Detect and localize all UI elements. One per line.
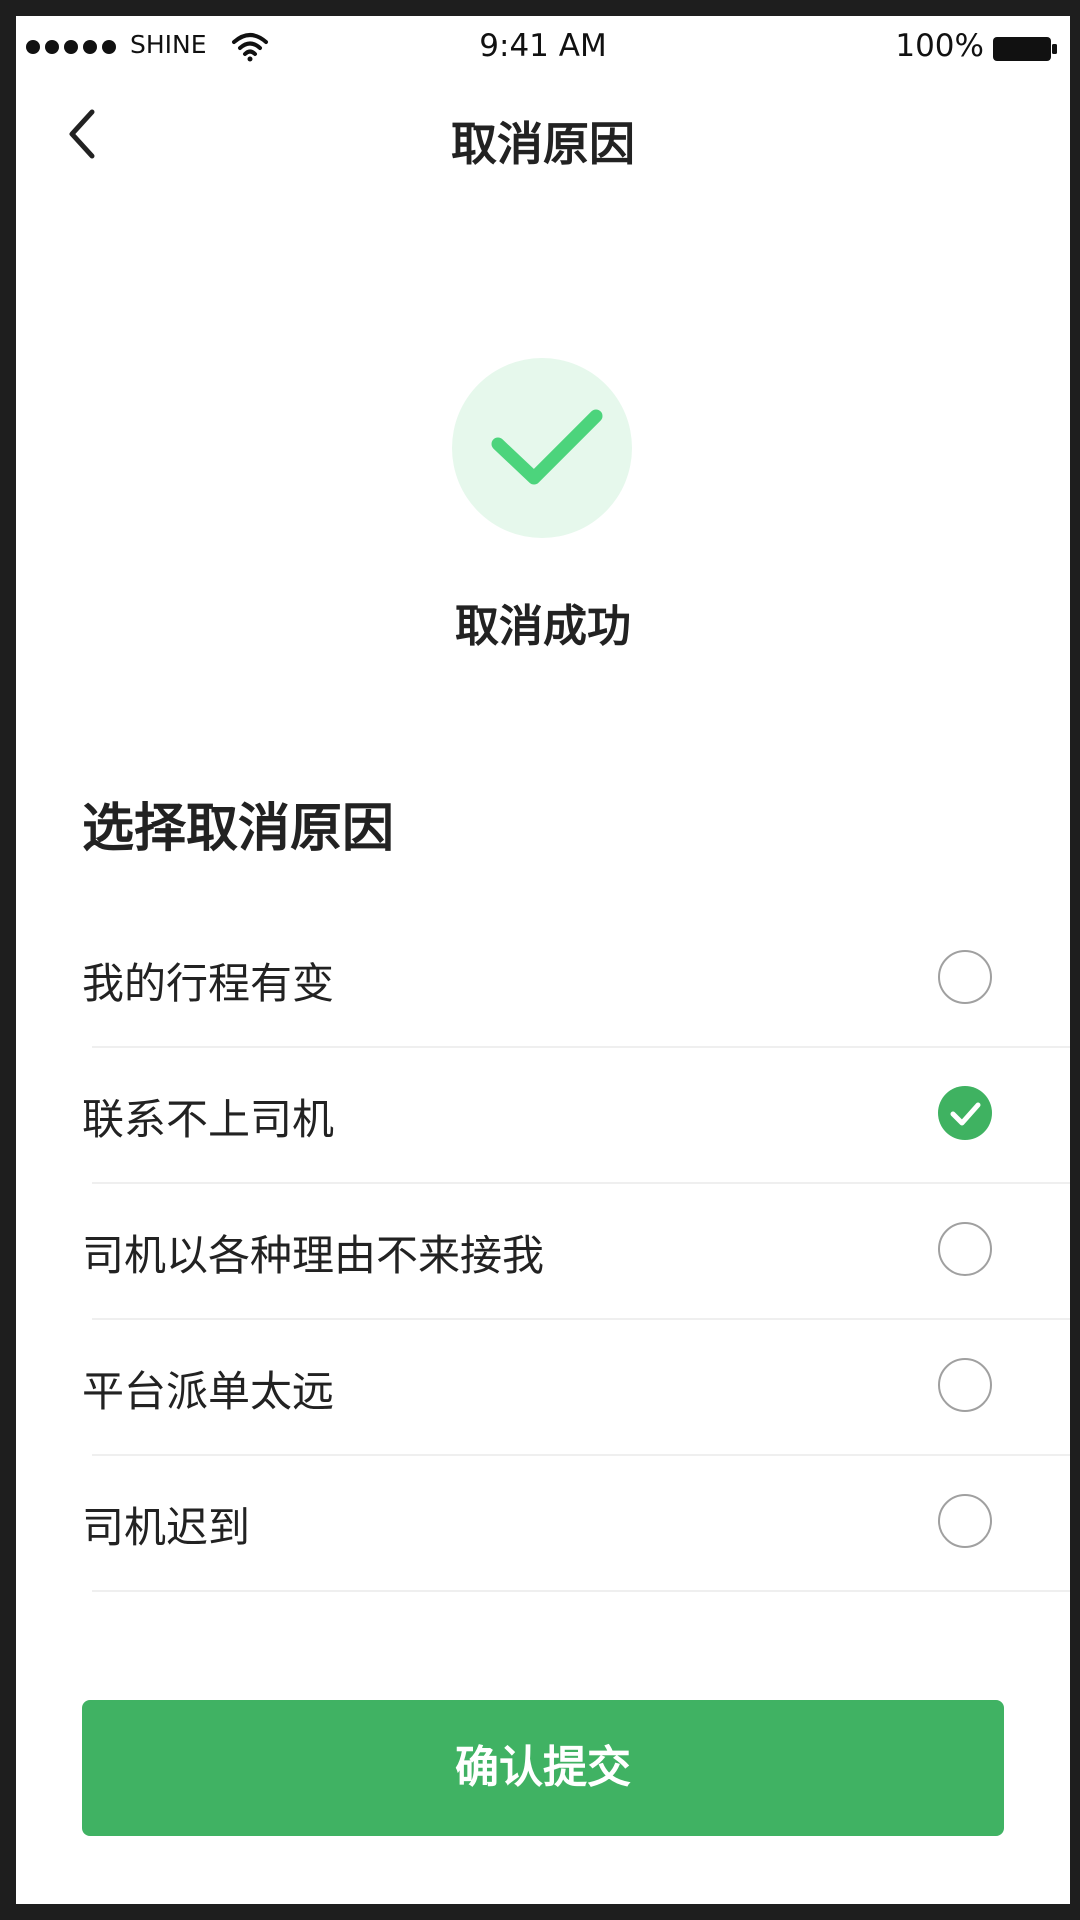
page-title: 取消原因 [451, 117, 635, 171]
success-badge [452, 358, 632, 538]
battery-icon [993, 37, 1057, 61]
section-title: 选择取消原因 [82, 799, 395, 859]
success-message: 取消成功 [455, 601, 631, 652]
radio-unchecked[interactable] [938, 1222, 992, 1276]
reason-label: 平台派单太远 [82, 1367, 335, 1416]
reason-option[interactable]: 司机迟到 [16, 1456, 1070, 1592]
reason-option[interactable]: 司机态度恶劣 [16, 1592, 1070, 1630]
reason-label: 联系不上司机 [82, 1095, 335, 1144]
reason-option[interactable]: 我的行程有变 [16, 912, 1070, 1048]
phone-screen: SHINE 9:41 AM 100% 取消原因 取消成功 选择取消原因 我的行程… [16, 16, 1070, 1904]
status-bar: SHINE 9:41 AM 100% [16, 16, 1070, 78]
reason-label: 司机迟到 [82, 1503, 251, 1552]
radio-checked[interactable] [938, 1086, 992, 1140]
radio-unchecked[interactable] [938, 1358, 992, 1412]
reason-list: 我的行程有变联系不上司机司机以各种理由不来接我平台派单太远司机迟到司机态度恶劣 [16, 912, 1070, 1630]
reason-label: 我的行程有变 [82, 959, 335, 1008]
reason-option[interactable]: 联系不上司机 [16, 1048, 1070, 1184]
check-icon [950, 1102, 981, 1126]
battery-percentage: 100% [895, 28, 984, 64]
reason-option[interactable]: 平台派单太远 [16, 1320, 1070, 1456]
reason-label: 司机以各种理由不来接我 [82, 1231, 545, 1280]
submit-button[interactable]: 确认提交 [82, 1700, 1004, 1836]
checkmark-icon [491, 409, 603, 485]
radio-unchecked[interactable] [938, 1494, 992, 1548]
navigation-bar: 取消原因 [16, 78, 1070, 188]
radio-unchecked[interactable] [938, 950, 992, 1004]
reason-option[interactable]: 司机以各种理由不来接我 [16, 1184, 1070, 1320]
